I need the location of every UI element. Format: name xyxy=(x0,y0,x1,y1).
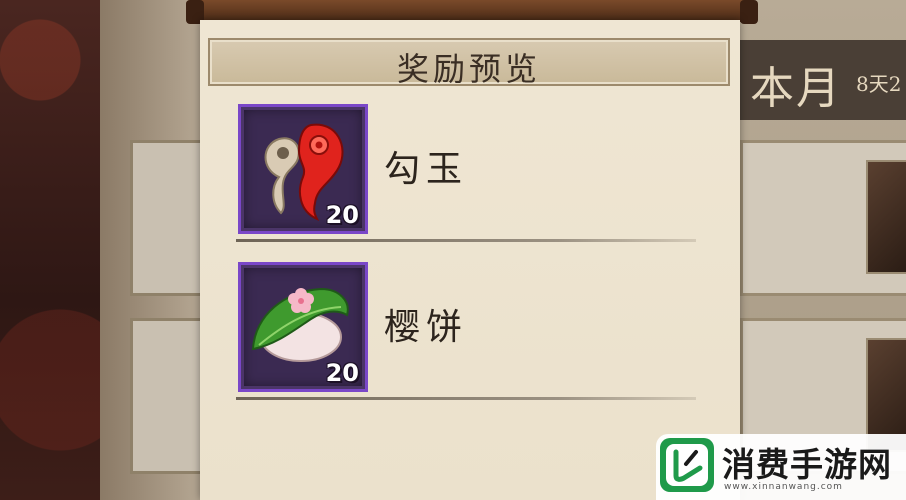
reward-name: 勾玉 xyxy=(384,149,469,190)
scroll-rod xyxy=(186,0,756,22)
dialog-title: 奖励预览 xyxy=(396,50,541,88)
scroll-knob-right xyxy=(740,0,758,24)
watermark-logo: 消费手游网 www.xinnanwang.com xyxy=(656,434,906,500)
reward-count: 20 xyxy=(325,359,359,387)
reward-row: 20 樱饼 xyxy=(236,262,696,400)
reward-count: 20 xyxy=(325,201,359,229)
month-label: 本月 xyxy=(750,63,842,114)
brand-url: www.xinnanwang.com xyxy=(724,482,843,492)
row-divider xyxy=(236,239,696,242)
reward-preview-dialog: 奖励预览 20 勾玉 20 樱饼 xyxy=(200,20,740,500)
brand-logo-icon xyxy=(660,438,714,492)
background-thumbnail xyxy=(866,160,906,274)
reward-item-slot[interactable]: 20 xyxy=(238,262,368,392)
reward-item-slot[interactable]: 20 xyxy=(238,104,368,234)
dialog-title-bar: 奖励预览 xyxy=(208,38,730,88)
row-divider xyxy=(236,397,696,400)
background-month-header: 本月 8天2 xyxy=(738,40,906,120)
reward-row: 20 勾玉 xyxy=(236,104,696,242)
days-remaining-label: 8天2 xyxy=(856,72,902,96)
brand-name: 消费手游网 xyxy=(722,445,892,484)
reward-name: 樱饼 xyxy=(384,307,469,348)
